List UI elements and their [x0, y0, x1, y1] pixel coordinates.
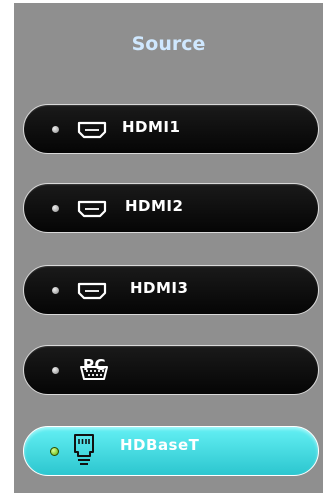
status-indicator-icon — [52, 367, 59, 374]
source-menu-panel: Source — [14, 3, 323, 493]
source-option-hdbaset[interactable]: HDBaseT — [23, 426, 319, 476]
source-option-hdmi1[interactable]: HDMI1 — [23, 104, 319, 154]
source-option-label: HDBaseT — [120, 436, 200, 454]
selected-indicator-icon — [50, 447, 59, 456]
source-option-hdmi2[interactable]: HDMI2 — [23, 183, 319, 233]
rj45-port-icon — [74, 434, 94, 465]
menu-title: Source — [131, 33, 206, 55]
hdmi-port-icon — [77, 282, 107, 300]
status-indicator-icon — [52, 126, 59, 133]
source-option-pc[interactable]: PC — [23, 345, 319, 395]
hdmi-port-icon — [77, 200, 107, 218]
hdmi-port-icon — [77, 121, 107, 139]
source-option-hdmi3[interactable]: HDMI3 — [23, 265, 319, 315]
source-option-label: PC — [83, 356, 107, 374]
status-indicator-icon — [52, 287, 59, 294]
status-indicator-icon — [52, 205, 59, 212]
source-option-label: HDMI3 — [130, 279, 189, 297]
source-option-label: HDMI1 — [122, 118, 181, 136]
source-option-label: HDMI2 — [125, 197, 184, 215]
